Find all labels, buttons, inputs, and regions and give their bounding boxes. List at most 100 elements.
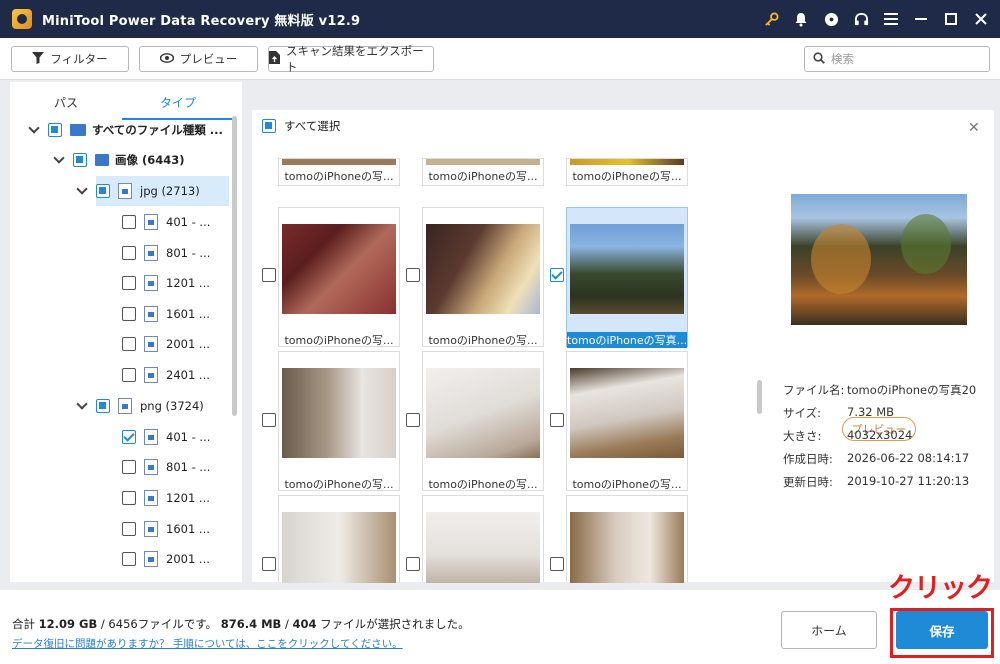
funnel-icon	[32, 51, 45, 67]
export-scan-button[interactable]: スキャン結果をエクスポート	[268, 44, 434, 74]
tree-item-label: 801 - ...	[166, 246, 211, 260]
image-file-icon	[118, 183, 132, 199]
checkbox[interactable]	[122, 522, 136, 536]
tree-item-all-types[interactable]: すべてのファイル種類 ...	[28, 117, 223, 143]
tree-item-jpg-sub[interactable]: 1201 ...	[122, 270, 210, 296]
tree-item-jpg-sub[interactable]: 2001 ...	[122, 331, 210, 357]
tree-item-png-sub[interactable]: 1601 ...	[122, 516, 210, 542]
thumbnail-card[interactable]	[278, 495, 400, 583]
thumbnail-card[interactable]: tomoのiPhoneの写...	[422, 351, 544, 491]
thumbnail-card[interactable]: tomoのiPhoneの写...	[566, 158, 688, 186]
tab-type[interactable]: タイプ	[122, 88, 234, 120]
thumbnail-checkbox-checked[interactable]	[550, 268, 564, 282]
thumbnail-image	[426, 512, 540, 583]
thumbnail-checkbox[interactable]	[262, 557, 276, 571]
checkbox[interactable]	[122, 460, 136, 474]
checkbox[interactable]	[73, 153, 87, 167]
thumbnail-label: tomoのiPhoneの写...	[284, 170, 394, 183]
search-box[interactable]	[804, 46, 990, 72]
thumbnail-card[interactable]: tomoのiPhoneの写...	[566, 351, 688, 491]
tree-item-label: 1201 ...	[166, 491, 210, 505]
preview-toolbar-button[interactable]: プレビュー	[139, 46, 258, 72]
tree-item-png-sub[interactable]: 1201 ...	[122, 485, 210, 511]
thumbnail-checkbox[interactable]	[406, 557, 420, 571]
info-key: サイズ:	[783, 406, 822, 420]
view-tabs: パス タイプ	[10, 88, 242, 120]
select-all-row[interactable]: すべて選択	[262, 118, 340, 134]
search-input[interactable]	[831, 52, 981, 66]
checkbox[interactable]	[122, 276, 136, 290]
close-preview-icon[interactable]: ✕	[968, 120, 980, 136]
grid-scrollbar[interactable]	[757, 380, 762, 414]
checkbox-checked[interactable]	[122, 430, 136, 444]
checkbox[interactable]	[122, 215, 136, 229]
thumbnail-checkbox[interactable]	[262, 413, 276, 427]
thumbnail-card[interactable]	[422, 495, 544, 583]
close-icon[interactable]	[966, 0, 996, 38]
thumbnail-image	[570, 368, 684, 458]
tree-item-label: 401 - ...	[166, 430, 211, 444]
thumbnail-card[interactable]: tomoのiPhoneの写...	[278, 158, 400, 186]
image-file-icon	[118, 398, 132, 414]
thumbnail-card[interactable]: tomoのiPhoneの写...	[422, 158, 544, 186]
disc-icon[interactable]	[816, 0, 846, 38]
select-all-checkbox[interactable]	[262, 119, 276, 133]
chevron-down-icon[interactable]	[76, 400, 88, 412]
key-icon[interactable]	[756, 0, 786, 38]
chevron-down-icon[interactable]	[53, 154, 65, 166]
monitor-icon	[70, 124, 86, 136]
thumbnail-label: tomoのiPhoneの写...	[428, 334, 538, 347]
tree-item-jpg-sub[interactable]: 401 - ...	[122, 209, 210, 235]
home-button[interactable]: ホーム	[781, 611, 877, 649]
chevron-down-icon[interactable]	[76, 185, 88, 197]
filter-button[interactable]: フィルター	[11, 46, 129, 72]
thumbnail-checkbox[interactable]	[406, 413, 420, 427]
tree-scrollbar[interactable]	[232, 116, 237, 416]
tree-item-label: 1201 ...	[166, 276, 210, 290]
thumbnail-checkbox[interactable]	[262, 268, 276, 282]
thumbnail-checkbox[interactable]	[406, 268, 420, 282]
checkbox[interactable]	[96, 399, 110, 413]
bell-icon[interactable]	[786, 0, 816, 38]
menu-icon[interactable]	[876, 0, 906, 38]
checkbox[interactable]	[122, 491, 136, 505]
thumbnail-image	[282, 512, 396, 583]
tree-item-png-sub[interactable]: 2001 ...	[122, 546, 210, 572]
tree-item-jpg-sub[interactable]: 2401 ...	[122, 362, 210, 388]
chevron-down-icon[interactable]	[28, 124, 40, 136]
checkbox[interactable]	[48, 123, 62, 137]
checkbox[interactable]	[96, 184, 110, 198]
save-highlight-box	[890, 608, 994, 658]
tree-item-jpg-sub[interactable]: 801 - ...	[122, 240, 210, 266]
headset-icon[interactable]	[846, 0, 876, 38]
thumbnail-checkbox[interactable]	[550, 413, 564, 427]
tree-item-png[interactable]: png (3724)	[76, 393, 204, 419]
preview-panel	[768, 110, 994, 582]
checkbox[interactable]	[122, 246, 136, 260]
thumbnail-card-selected[interactable]: tomoのiPhoneの写真...	[566, 207, 688, 348]
tree-item-jpg-sub[interactable]: 1601 ...	[122, 301, 210, 327]
image-file-icon	[144, 306, 158, 322]
summary-prefix: 合計	[12, 617, 39, 631]
checkbox[interactable]	[122, 307, 136, 321]
maximize-icon[interactable]	[936, 0, 966, 38]
tree-item-images[interactable]: 画像 (6443)	[53, 147, 185, 173]
thumbnail-label: tomoのiPhoneの写...	[428, 170, 538, 183]
thumbnail-card[interactable]	[566, 495, 688, 583]
checkbox[interactable]	[122, 552, 136, 566]
thumbnail-card[interactable]: tomoのiPhoneの写...	[422, 207, 544, 347]
minimize-icon[interactable]	[906, 0, 936, 38]
help-link[interactable]: データ復旧に問題がありますか？ 手順については、ここをクリックしてください。	[12, 636, 403, 651]
thumbnail-card[interactable]: tomoのiPhoneの写...	[278, 207, 400, 347]
tree-item-png-sub[interactable]: 401 - ...	[122, 424, 210, 450]
tree-item-label: png (3724)	[140, 399, 204, 413]
checkbox[interactable]	[122, 337, 136, 351]
tree-item-jpg[interactable]: jpg (2713)	[76, 178, 200, 204]
tab-path[interactable]: パス	[10, 88, 122, 120]
thumbnail-checkbox[interactable]	[550, 557, 564, 571]
thumbnail-card[interactable]: tomoのiPhoneの写...	[278, 351, 400, 491]
tree-item-png-sub[interactable]: 801 - ...	[122, 454, 210, 480]
checkbox[interactable]	[122, 368, 136, 382]
info-value: 2026-06-22 08:14:17	[847, 451, 970, 465]
info-modified: 更新日時: 2019-10-27 11:20:13	[783, 474, 969, 490]
